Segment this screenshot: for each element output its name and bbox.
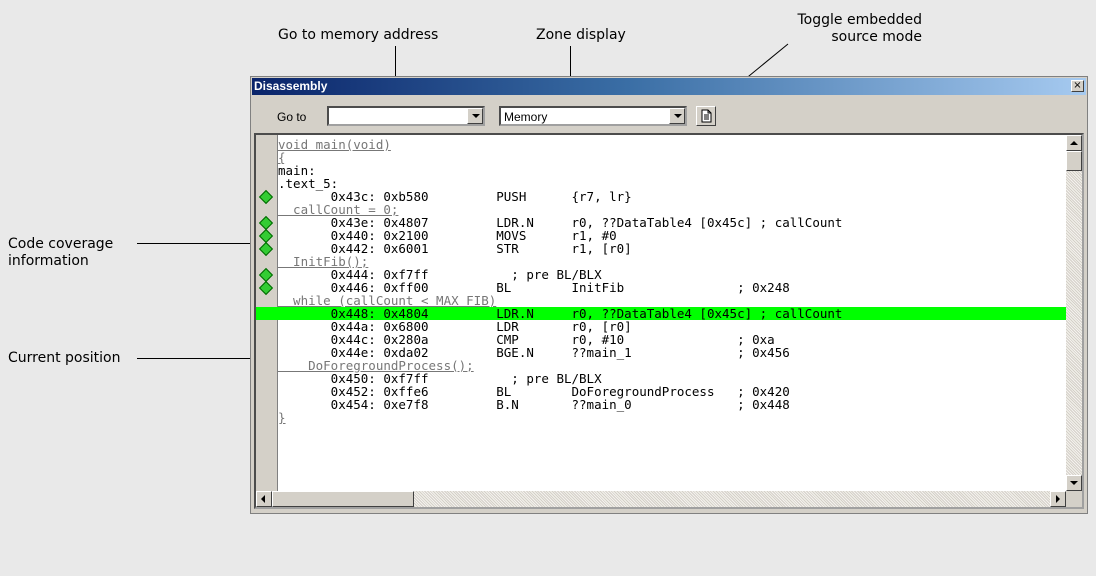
source-line[interactable]: } [278,411,1066,424]
goto-address-combo[interactable] [327,106,485,126]
current-callout: Current position [8,350,121,366]
arrow-down-icon [1070,481,1078,485]
vertical-scroll-thumb[interactable] [1066,151,1082,171]
disassembly-view[interactable]: void main(void){main: .text_5: 0x43c: 0xb… [254,133,1084,509]
current-callout-line [137,358,262,359]
scroll-up-button[interactable] [1066,135,1082,151]
coverage-marker-icon [258,241,274,257]
toolbar: Go to Memory [251,98,1087,132]
arrow-right-icon [1056,495,1060,503]
zone-dropdown-button[interactable] [669,108,685,124]
code-line[interactable]: 0x442: 0x6001 STR r1, [r0] [278,242,1066,255]
source-line[interactable]: { [278,151,1066,164]
arrow-up-icon [1070,141,1078,145]
coverage-callout: Code coverage information [8,236,113,270]
goto-label: Go to [277,110,307,124]
code-line[interactable]: 0x454: 0xe7f8 B.N ??main_0 ; 0x448 [278,398,1066,411]
window-title: Disassembly [254,79,328,93]
coverage-callout-line1: Code coverage [8,236,114,252]
title-bar[interactable]: Disassembly × [252,78,1086,95]
close-button[interactable]: × [1071,80,1084,92]
horizontal-scrollbar[interactable] [256,491,1066,507]
code-line[interactable]: main: [278,164,1066,177]
close-icon: × [1073,80,1082,91]
coverage-callout-line2: information [8,253,89,269]
goto-dropdown-button[interactable] [467,108,483,124]
coverage-callout-line [137,243,262,244]
scroll-right-button[interactable] [1050,491,1066,507]
disassembly-window: Disassembly × Go to Memory void main(voi… [250,76,1088,514]
arrow-left-icon [261,495,265,503]
code-area[interactable]: void main(void){main: .text_5: 0x43c: 0xb… [278,135,1066,491]
source-document-icon [701,109,712,123]
current-position-gutter [256,307,278,320]
scroll-down-button[interactable] [1066,475,1082,491]
coverage-gutter [256,135,278,491]
zone-select[interactable]: Memory [499,106,687,126]
scrollbar-corner [1066,491,1082,507]
horizontal-scroll-thumb[interactable] [272,491,414,507]
scroll-left-button[interactable] [256,491,272,507]
coverage-marker-icon [258,280,274,296]
zone-select-value: Memory [504,110,548,124]
toggle-source-mode-button[interactable] [696,106,716,126]
source-line[interactable]: void main(void) [278,138,1066,151]
vertical-scrollbar[interactable] [1066,135,1082,491]
coverage-marker-icon [258,189,274,205]
